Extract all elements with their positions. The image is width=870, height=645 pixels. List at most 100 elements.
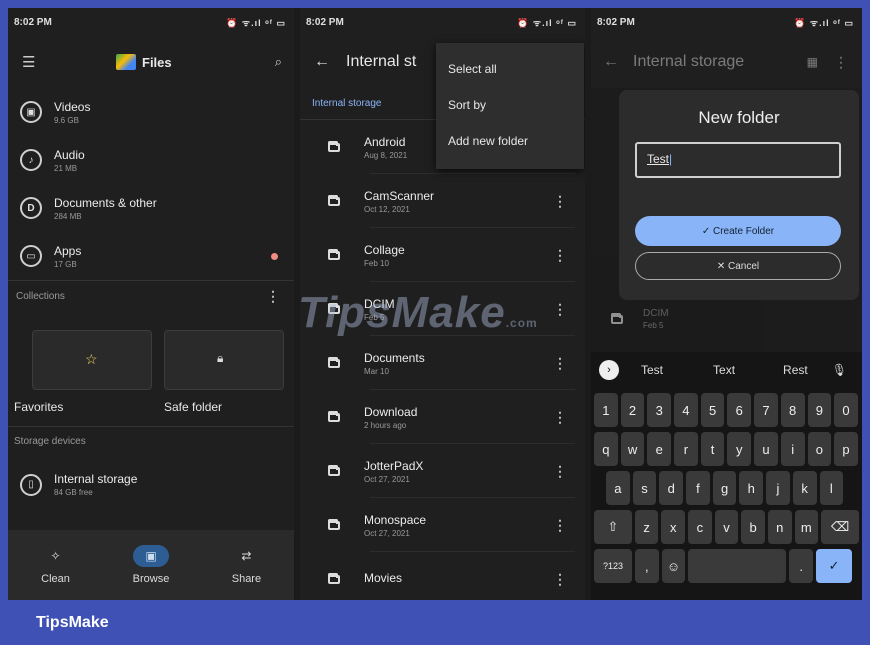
category-videos[interactable]: ▣ Videos 9.6 GB bbox=[8, 88, 294, 136]
expand-icon[interactable]: › bbox=[599, 360, 619, 380]
more-options-icon[interactable]: ⋮ bbox=[553, 571, 567, 588]
menu-item-sort-by[interactable]: Sort by bbox=[436, 87, 584, 123]
key[interactable]: 8 bbox=[780, 393, 805, 427]
symbols-key[interactable]: ?123 bbox=[594, 549, 632, 583]
more-options-icon[interactable]: ⋮ bbox=[266, 288, 280, 305]
nav-label: Browse bbox=[132, 573, 170, 585]
suggestion-item[interactable]: Text bbox=[713, 363, 735, 377]
more-options-icon[interactable]: ⋮ bbox=[553, 355, 567, 372]
microphone-icon[interactable]: 🎙︎ bbox=[832, 363, 847, 377]
key[interactable]: o bbox=[807, 432, 832, 466]
category-audio[interactable]: ♪ Audio 21 MB bbox=[8, 136, 294, 184]
enter-check-icon[interactable]: ✓ bbox=[816, 549, 853, 583]
more-options-icon[interactable]: ⋮ bbox=[553, 517, 567, 534]
back-arrow-icon[interactable]: ← bbox=[603, 53, 619, 71]
grid-view-icon[interactable]: ▦ bbox=[807, 55, 818, 69]
screen-title: Internal st bbox=[346, 53, 417, 70]
key[interactable]: c bbox=[688, 510, 712, 544]
folder-row[interactable]: Movies ⋮ bbox=[300, 552, 585, 600]
period-key[interactable]: . bbox=[789, 549, 814, 583]
key[interactable]: y bbox=[727, 432, 752, 466]
category-apps[interactable]: ▭ Apps 17 GB bbox=[8, 232, 294, 280]
key[interactable]: k bbox=[792, 471, 817, 505]
menu-icon[interactable]: ☰ bbox=[22, 53, 35, 71]
back-arrow-icon[interactable]: ← bbox=[314, 53, 330, 71]
phone-icon: ▯ bbox=[20, 473, 42, 496]
key[interactable]: i bbox=[780, 432, 805, 466]
key[interactable]: f bbox=[686, 471, 710, 505]
search-icon[interactable]: ⌕ bbox=[275, 54, 282, 70]
folder-row[interactable]: CamScanner Oct 12, 2021 ⋮ bbox=[300, 174, 585, 228]
folder-list: Android Aug 8, 2021 CamScanner Oct 12, 202… bbox=[300, 120, 585, 600]
key[interactable]: w bbox=[620, 432, 645, 466]
collections-label: Collections bbox=[16, 290, 65, 302]
key[interactable]: s bbox=[632, 471, 657, 505]
key[interactable]: b bbox=[741, 510, 765, 544]
create-folder-button[interactable]: ✓ Create Folder bbox=[635, 216, 841, 246]
more-options-icon[interactable]: ⋮ bbox=[553, 247, 567, 264]
key[interactable]: l bbox=[819, 471, 844, 505]
key[interactable]: u bbox=[754, 432, 778, 466]
input-value: Test bbox=[647, 152, 670, 166]
key[interactable]: n bbox=[767, 510, 792, 544]
screenshot-frame: 8:02 PM ⏰ ᯤ.ıl ᵒᶠ ▭ ☰ Files ⌕ ▣ Videos 9… bbox=[8, 8, 862, 600]
suggestion-item[interactable]: Rest bbox=[783, 363, 808, 377]
folder-name: DCIM bbox=[643, 308, 669, 319]
folder-row[interactable]: JotterPadX Oct 27, 2021 ⋮ bbox=[300, 444, 585, 498]
backspace-icon[interactable]: ⌫ bbox=[821, 510, 860, 544]
breadcrumb-item[interactable]: Internal storage bbox=[312, 98, 382, 109]
key[interactable]: d bbox=[659, 471, 684, 505]
menu-item-add-new-folder[interactable]: Add new folder bbox=[436, 123, 584, 159]
key[interactable]: 9 bbox=[807, 393, 832, 427]
cancel-button[interactable]: ✕ Cancel bbox=[635, 252, 841, 280]
folder-date: Aug 8, 2021 bbox=[364, 150, 408, 160]
key[interactable]: 6 bbox=[727, 393, 752, 427]
key[interactable]: x bbox=[661, 510, 686, 544]
suggestion-item[interactable]: Test bbox=[641, 363, 663, 377]
comma-key[interactable]: , bbox=[635, 549, 659, 583]
folder-row[interactable]: Download 2 hours ago ⋮ bbox=[300, 390, 585, 444]
key[interactable]: r bbox=[674, 432, 698, 466]
emoji-icon[interactable]: ☺ bbox=[661, 549, 686, 583]
key[interactable]: p bbox=[834, 432, 858, 466]
key[interactable]: g bbox=[712, 471, 737, 505]
nav-share[interactable]: ⇄ Share bbox=[228, 545, 264, 585]
more-options-icon[interactable]: ⋮ bbox=[553, 463, 567, 480]
key[interactable]: e bbox=[647, 432, 672, 466]
key[interactable]: t bbox=[700, 432, 725, 466]
folder-row[interactable]: Collage Feb 10 ⋮ bbox=[300, 228, 585, 282]
nav-browse[interactable]: ▣ Browse bbox=[132, 545, 170, 585]
more-options-icon[interactable]: ⋮ bbox=[834, 54, 848, 71]
shift-icon[interactable]: ⇧ bbox=[594, 510, 632, 544]
key[interactable]: 7 bbox=[754, 393, 778, 427]
more-options-icon[interactable]: ⋮ bbox=[553, 193, 567, 210]
category-documents[interactable]: D Documents & other 284 MB bbox=[8, 184, 294, 232]
safe-folder-card[interactable]: 🔒︎ bbox=[164, 330, 284, 390]
key[interactable]: m bbox=[794, 510, 819, 544]
key[interactable]: 1 bbox=[594, 393, 618, 427]
folder-icon bbox=[328, 140, 340, 152]
nav-clean[interactable]: ✧ Clean bbox=[38, 545, 74, 585]
folder-name-input[interactable]: Test| bbox=[635, 142, 841, 178]
safe-folder-label: Safe folder bbox=[164, 400, 223, 414]
space-key[interactable] bbox=[688, 549, 787, 583]
internal-storage-item[interactable]: ▯ Internal storage 84 GB free bbox=[20, 472, 137, 497]
more-options-icon[interactable]: ⋮ bbox=[553, 301, 567, 318]
favorites-card[interactable]: ☆ bbox=[32, 330, 152, 390]
key[interactable]: 3 bbox=[647, 393, 672, 427]
menu-item-select-all[interactable]: Select all bbox=[436, 51, 584, 87]
folder-row[interactable]: Monospace Oct 27, 2021 ⋮ bbox=[300, 498, 585, 552]
key[interactable]: v bbox=[714, 510, 739, 544]
more-options-icon[interactable]: ⋮ bbox=[553, 409, 567, 426]
key[interactable]: q bbox=[594, 432, 618, 466]
key[interactable]: 4 bbox=[674, 393, 698, 427]
key[interactable]: h bbox=[739, 471, 764, 505]
key[interactable]: a bbox=[606, 471, 630, 505]
key[interactable]: 5 bbox=[700, 393, 725, 427]
folder-date: Oct 27, 2021 bbox=[364, 528, 410, 538]
folder-row[interactable]: Documents Mar 10 ⋮ bbox=[300, 336, 585, 390]
key[interactable]: j bbox=[766, 471, 790, 505]
key[interactable]: 2 bbox=[620, 393, 645, 427]
key[interactable]: 0 bbox=[834, 393, 858, 427]
key[interactable]: z bbox=[634, 510, 659, 544]
